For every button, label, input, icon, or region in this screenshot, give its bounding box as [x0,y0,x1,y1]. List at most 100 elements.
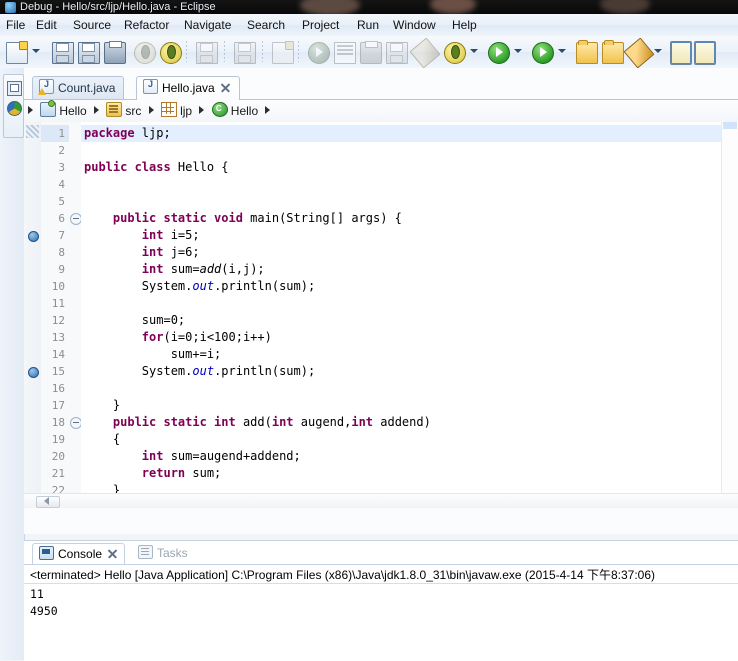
debug-perspective-icon[interactable] [694,41,716,65]
overview-ruler[interactable] [721,122,738,508]
console-tab-row: Console Tasks [24,543,738,565]
line-number: 21 [51,467,65,480]
line-number: 13 [51,331,65,344]
restore-icon[interactable] [7,81,22,96]
coverage-chevron-down-icon[interactable] [558,49,566,53]
code-line: sum+=i; [84,347,222,361]
menu-file[interactable]: File [0,16,31,34]
toolbar-separator-1 [186,41,187,62]
breadcrumb-item-class[interactable]: Hello [211,100,259,122]
close-icon[interactable] [107,548,118,559]
disconnect-icon [386,42,408,64]
menu-run[interactable]: Run [351,16,385,34]
editor-tab-count-java[interactable]: Count.java [32,76,125,100]
menu-navigate[interactable]: Navigate [178,16,237,34]
desktop-blur-1 [300,0,360,14]
toolbar-separator-4 [298,41,299,62]
redo-icon [234,42,256,64]
java-file-icon [143,78,158,94]
code-line: int sum=add(i,j); [141,262,265,276]
chevron-down-icon[interactable] [32,49,40,53]
refresh-icon [272,41,294,64]
debug-bug-icon[interactable] [444,42,466,64]
run-green-play-icon[interactable] [488,42,510,64]
new-document-icon[interactable] [6,41,28,64]
console-tab-label: Tasks [157,546,188,560]
marker-bar[interactable] [24,122,42,508]
tab-console[interactable]: Console [32,543,126,565]
breadcrumb-label: Hello [230,104,259,118]
line-number: 1 [58,127,65,140]
save-icon[interactable] [52,42,74,64]
open-type-folder-icon[interactable] [576,40,598,64]
line-number: 4 [58,178,65,191]
code-line: public class Hello { [84,160,229,174]
editor-horizontal-scrollbar[interactable] [24,493,738,508]
run-chevron-down-icon[interactable] [514,49,522,53]
breadcrumb: Hello src ljp Hello [24,100,738,123]
step-into-icon [308,42,330,64]
menu-window[interactable]: Window [387,16,442,34]
line-number: 6 [58,212,65,225]
menu-refactor[interactable]: Refactor [118,16,175,34]
line-number: 18 [51,416,65,429]
undo-icon [196,42,218,64]
menu-search[interactable]: Search [241,16,291,34]
menu-help[interactable]: Help [446,16,483,34]
editor-tab-label: Count.java [58,81,116,95]
menu-edit[interactable]: Edit [30,16,63,34]
tab-tasks[interactable]: Tasks [132,543,194,564]
scroll-left-arrow-icon[interactable] [44,497,49,505]
code-text[interactable]: package ljp; public class Hello { public … [81,122,738,508]
breadcrumb-item-package[interactable]: ljp [161,100,192,122]
console-view: Console Tasks <terminated> Hello [Java A… [24,540,738,661]
fast-view-box [3,74,24,138]
breadcrumb-chevron-icon[interactable] [199,106,205,114]
skip-breakpoints-icon[interactable] [409,37,441,69]
close-icon[interactable] [220,82,231,93]
line-number: 16 [51,382,65,395]
breakpoint-icon[interactable] [28,231,39,242]
console-output-line: 4950 [30,604,58,618]
code-editor[interactable]: 1234567891011121314151617181920212223242… [24,122,738,508]
tasks-icon [138,545,153,559]
code-line: for(i=0;i<100;i++) [141,330,272,344]
line-number: 20 [51,450,65,463]
coverage-icon[interactable] [532,42,554,64]
menu-project[interactable]: Project [296,16,345,34]
breadcrumb-chevron-icon[interactable] [94,106,100,114]
editor-tab-hello-java[interactable]: Hello.java [136,76,240,101]
breadcrumb-chevron-icon[interactable] [28,106,33,114]
pencil-icon[interactable] [623,37,655,69]
debug-chevron-down-icon[interactable] [470,49,478,53]
build-icon[interactable] [134,42,156,64]
java-perspective-icon[interactable] [670,41,692,65]
breadcrumb-chevron-icon[interactable] [265,106,271,114]
source-folder-icon [106,102,123,117]
line-number: 9 [58,263,65,276]
save-all-icon[interactable] [78,42,100,64]
line-number: 19 [51,433,65,446]
search-chevron-down-icon[interactable] [654,49,662,53]
breadcrumb-label: ljp [180,104,193,118]
breadcrumb-chevron-icon[interactable] [148,106,154,114]
menu-source[interactable]: Source [67,16,117,34]
code-line: System.out.println(sum); [84,364,316,378]
code-line: { [84,432,121,446]
overview-current-line-mark [723,122,737,129]
open-folder-icon[interactable] [602,40,624,64]
breadcrumb-item-project[interactable]: Hello [40,100,87,122]
breakpoint-icon[interactable] [28,367,39,378]
print-icon[interactable] [104,41,126,64]
current-line-highlight [81,125,738,142]
bug-run-icon[interactable] [160,42,182,64]
code-line: sum=0; [84,313,186,327]
breadcrumb-item-src[interactable]: src [106,100,141,122]
package-icon [161,102,178,117]
package-explorer-icon[interactable] [7,101,22,116]
console-header-line: <terminated> Hello [Java Application] C:… [30,568,655,582]
window-title: Debug - Hello/src/ljp/Hello.java - Eclip… [20,1,216,13]
console-output[interactable]: <terminated> Hello [Java Application] C:… [24,565,738,661]
code-line: package ljp; [84,126,171,140]
